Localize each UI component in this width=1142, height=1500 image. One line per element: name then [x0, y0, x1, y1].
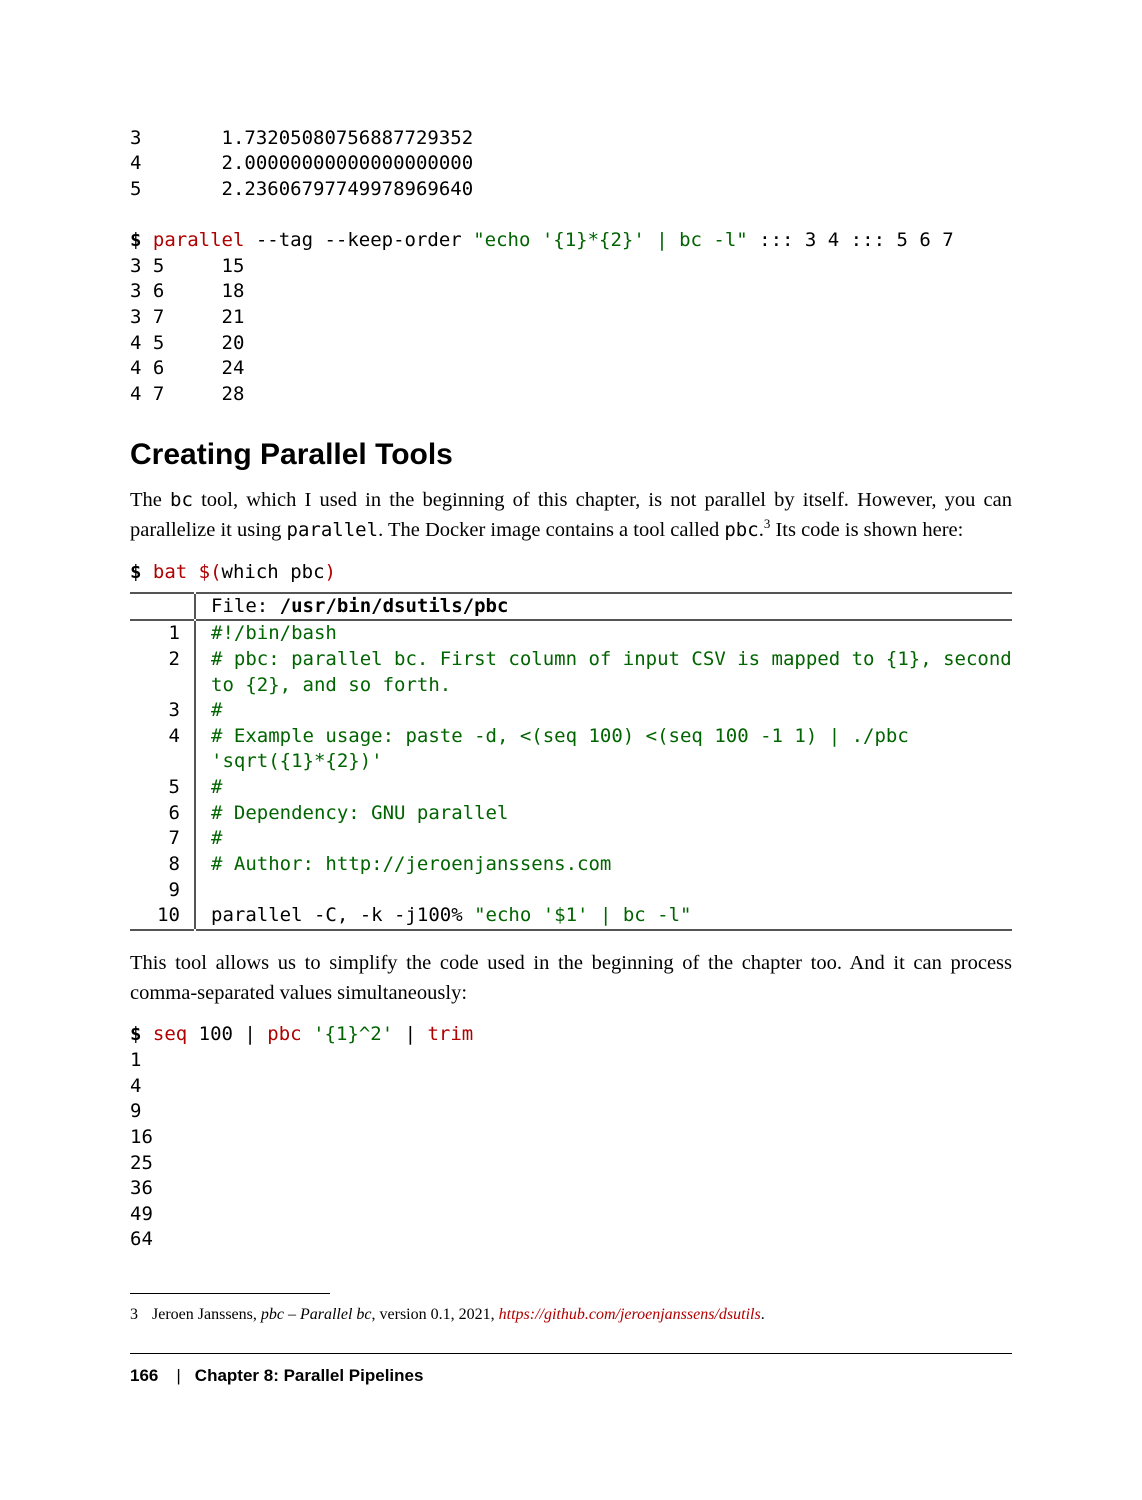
page-footer: 166 | Chapter 8: Parallel Pipelines [130, 1366, 1012, 1386]
bat-line: 6# Dependency: GNU parallel [130, 801, 1012, 827]
command-tail: ::: 3 4 ::: 5 6 7 [748, 229, 954, 251]
bat-line: 3# [130, 698, 1012, 724]
cmd: seq [141, 1023, 187, 1045]
chapter-label: Chapter 8: Parallel Pipelines [195, 1366, 424, 1386]
code-out: 4 5 20 [130, 332, 244, 354]
close-paren: ) [325, 561, 336, 583]
footnote-rule [130, 1293, 330, 1294]
out: 36 [130, 1177, 153, 1199]
out: 25 [130, 1152, 153, 1174]
paragraph-1: The bc tool, which I used in the beginni… [130, 486, 1012, 546]
page-rule [130, 1353, 1012, 1354]
cmd: trim [427, 1023, 473, 1045]
code-out: 3 6 18 [130, 280, 244, 302]
out: 64 [130, 1228, 153, 1250]
bat-line: 7# [130, 826, 1012, 852]
code-block-bottom: $ seq 100 | pbc '{1}^2' | trim 1 4 9 16 … [130, 1022, 1012, 1253]
bat-rule [130, 929, 1012, 931]
text: . The Docker image contains a tool calle… [378, 519, 724, 541]
footer-sep: | [176, 1366, 180, 1386]
str: '{1}^2' [313, 1023, 393, 1045]
code-line: 5 2.23606797749978969640 [130, 178, 473, 200]
code-line: 3 1.73205080756887729352 [130, 127, 473, 149]
dollar-paren: $( [199, 561, 222, 583]
inline-code-bc: bc [170, 489, 193, 511]
shell-prompt: $ [130, 229, 141, 251]
which: which [222, 561, 279, 583]
shell-prompt: $ [130, 1023, 141, 1045]
out: 16 [130, 1126, 153, 1148]
out: 4 [130, 1075, 141, 1097]
text: The [130, 489, 170, 511]
code-block-top: 3 1.73205080756887729352 4 2.00000000000… [130, 100, 1012, 408]
code-out: 4 6 24 [130, 357, 244, 379]
bat-line: 2# pbc: parallel bc. First column of inp… [130, 647, 1012, 698]
code-out: 4 7 28 [130, 383, 244, 405]
bat-line: 5# [130, 775, 1012, 801]
bat-line: 4# Example usage: paste -d, <(seq 100) <… [130, 724, 1012, 775]
out: 9 [130, 1100, 141, 1122]
section-heading: Creating Parallel Tools [130, 438, 1012, 472]
bat-line: 9 [130, 878, 1012, 904]
text: Its code is shown here: [770, 519, 963, 541]
bat-file-row: File: /usr/bin/dsutils/pbc [130, 594, 1012, 620]
inline-code-pbc: pbc [724, 519, 758, 541]
shell-prompt: $ [130, 561, 141, 583]
bat-line: 8# Author: http://jeroenjanssens.com [130, 852, 1012, 878]
page-number: 166 [130, 1366, 158, 1386]
code-out: 3 5 15 [130, 255, 244, 277]
code-line: 4 2.00000000000000000000 [130, 152, 473, 174]
command-args: --tag --keep-order [244, 229, 473, 251]
bat-file-label: File: [211, 595, 280, 617]
footnote: 3 Jeroen Janssens, pbc – Parallel bc, ve… [130, 1304, 1012, 1326]
footnote-dot: . [761, 1306, 765, 1323]
code-out: 3 7 21 [130, 306, 244, 328]
bat-output: File: /usr/bin/dsutils/pbc 1#!/bin/bash … [130, 592, 1012, 931]
paragraph-2: This tool allows us to simplify the code… [130, 949, 1012, 1008]
command-string: "echo '{1}*{2}' | bc -l" [473, 229, 748, 251]
footnote-link[interactable]: https://github.com/jeroenjanssens/dsutil… [499, 1306, 761, 1323]
bat-string: "echo '$1' | bc -l" [474, 904, 691, 926]
footnote-author: Jeroen Janssens, [152, 1306, 261, 1323]
footnote-number: 3 [130, 1304, 152, 1326]
footnote-title: pbc – Parallel bc [261, 1306, 372, 1323]
page: 3 1.73205080756887729352 4 2.00000000000… [0, 0, 1142, 1500]
bat-code: parallel -C, -k -j100% [211, 904, 474, 926]
bat-command: $ bat $(which pbc) [130, 560, 1012, 586]
arg: pbc [279, 561, 325, 583]
inline-code-parallel: parallel [287, 519, 379, 541]
command-name: parallel [141, 229, 244, 251]
arg: | [393, 1023, 427, 1045]
footnote-rest: , version 0.1, 2021, [372, 1306, 499, 1323]
out: 49 [130, 1203, 153, 1225]
command-name: bat [141, 561, 198, 583]
bat-line: 10parallel -C, -k -j100% "echo '$1' | bc… [130, 903, 1012, 929]
bat-line: 1#!/bin/bash [130, 621, 1012, 647]
cmd: pbc [267, 1023, 313, 1045]
arg: 100 | [187, 1023, 267, 1045]
out: 1 [130, 1049, 141, 1071]
bat-file-path: /usr/bin/dsutils/pbc [280, 595, 509, 617]
